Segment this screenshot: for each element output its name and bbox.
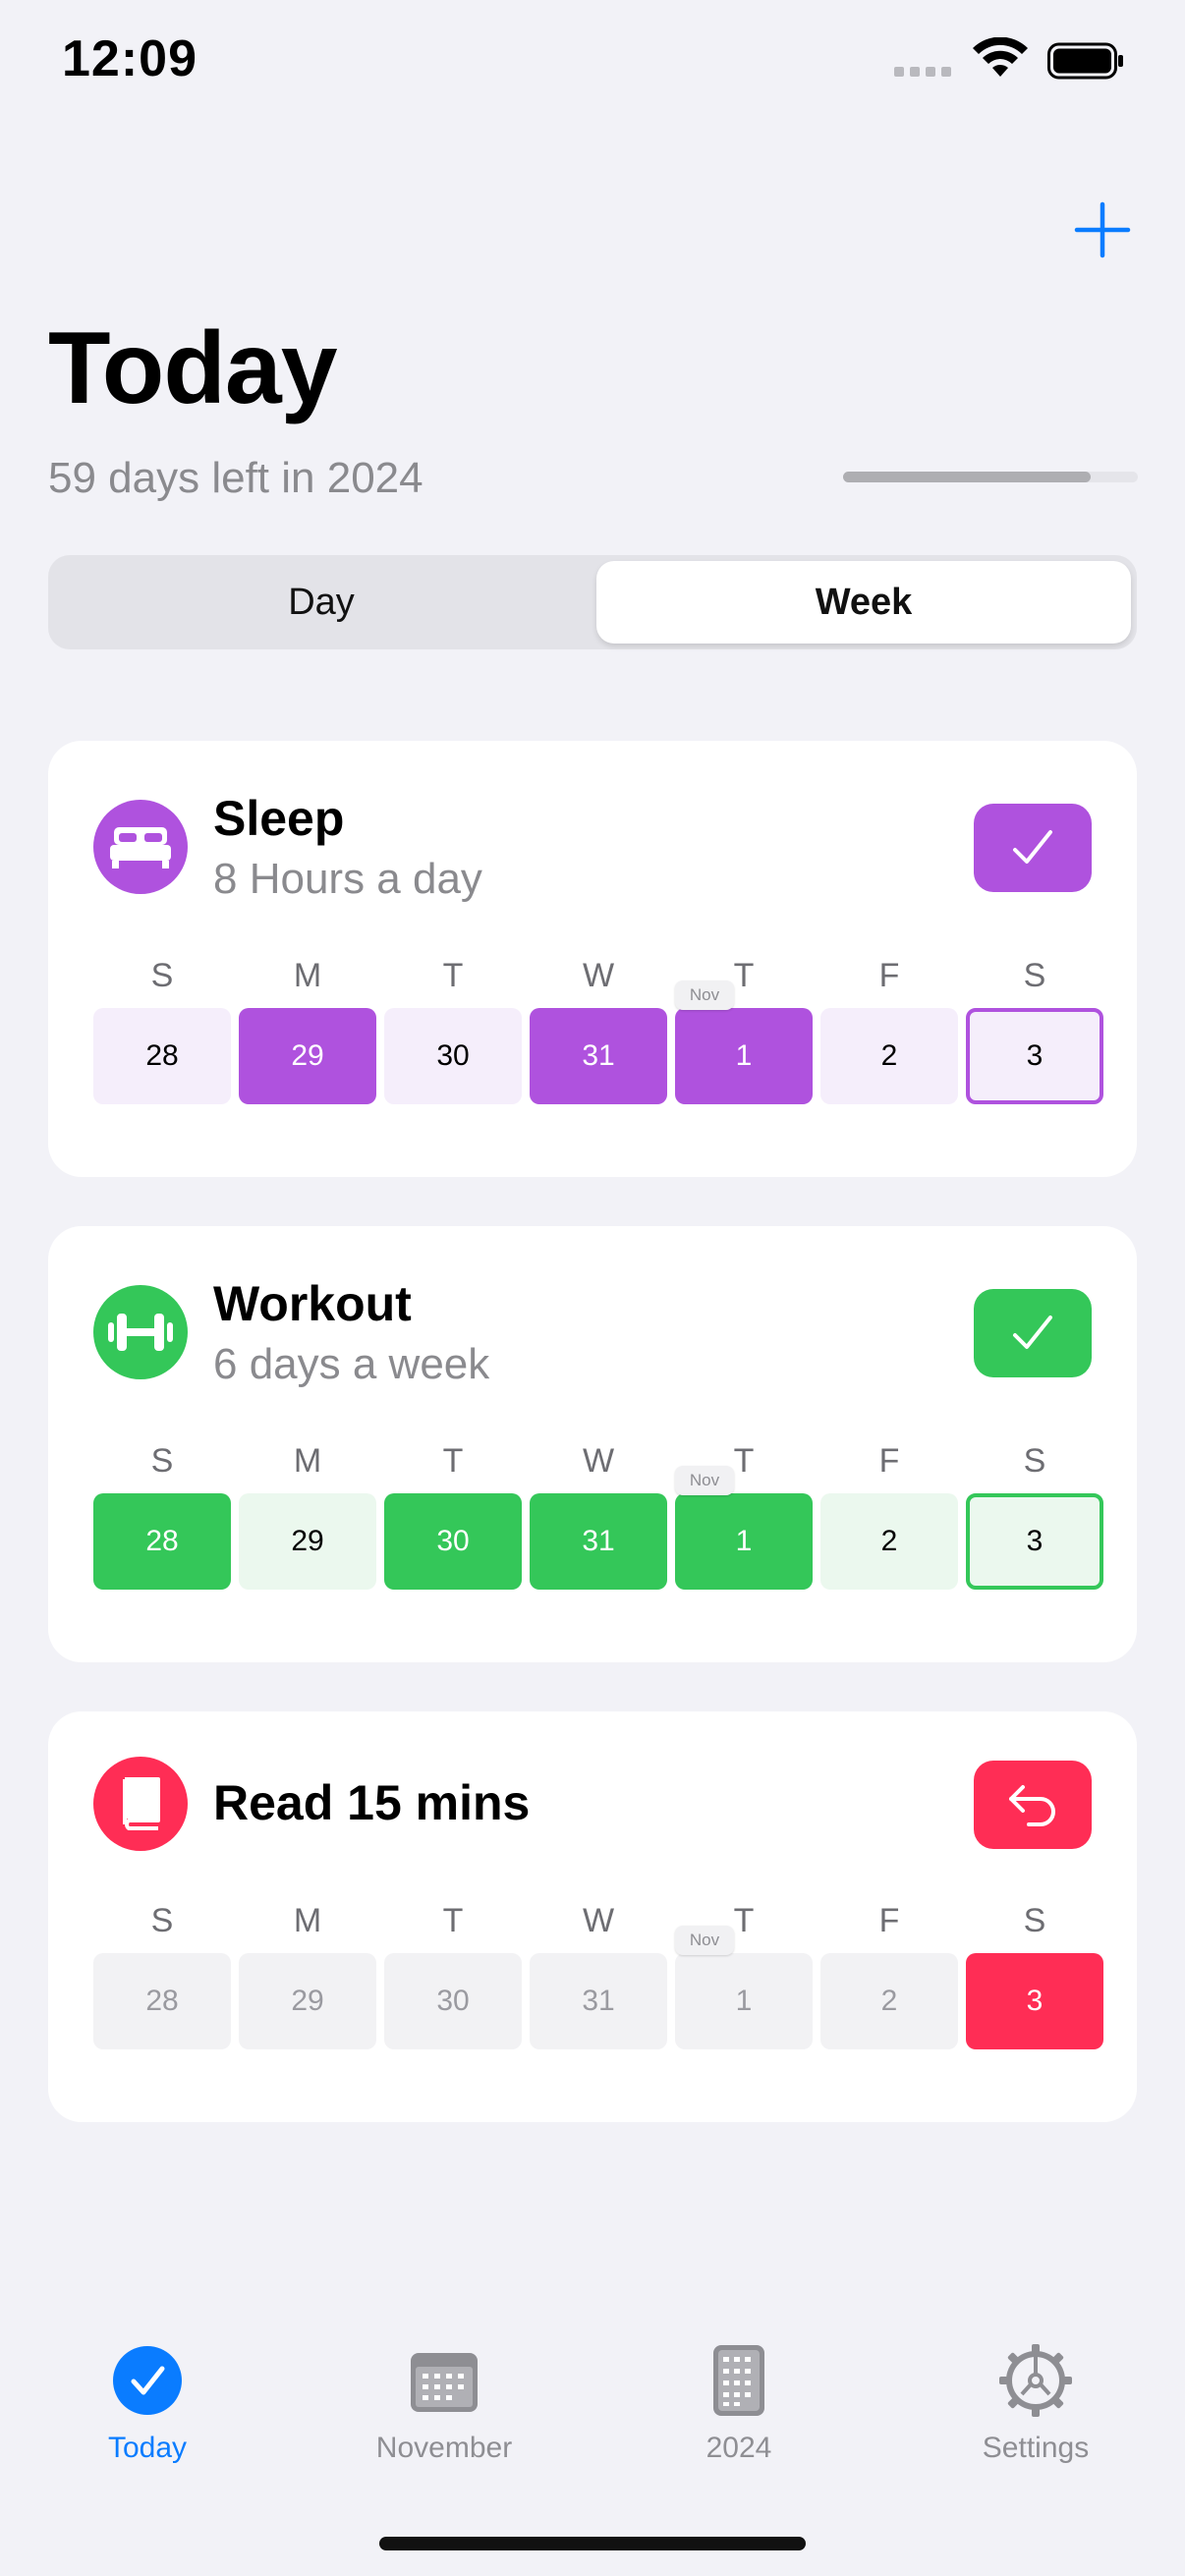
weekday-label: M [293, 957, 322, 994]
weekday-label: S [1023, 957, 1046, 994]
weekday-label: S [150, 1442, 174, 1480]
day-cell[interactable]: 29 [239, 1008, 376, 1104]
day-cell[interactable]: 29 [239, 1493, 376, 1590]
tab-label: November [375, 2432, 513, 2464]
home-indicator [379, 2537, 806, 2550]
weekday-label: S [1023, 1442, 1046, 1480]
status-time: 12:09 [62, 30, 198, 87]
day-cell[interactable]: 2 [820, 1008, 958, 1104]
weekday-label: W [582, 1442, 615, 1480]
weekday-label: M [293, 1902, 322, 1939]
calendar-year-icon [713, 2345, 764, 2416]
weekday-label: S [1023, 1902, 1046, 1939]
tab-label: 2024 [705, 2432, 772, 2464]
day-cell[interactable]: 29 [239, 1953, 376, 2049]
week-days-row: 28 29 30 31 1 Nov 2 3 [93, 1926, 1105, 2051]
week-days-row: 28 29 30 31 1 Nov 2 3 [93, 1466, 1105, 1592]
weekday-label: T [442, 1442, 464, 1480]
year-progress-bar [843, 472, 1138, 482]
days-left-text: 59 days left in 2024 [48, 454, 423, 502]
day-cell[interactable]: 30 [384, 1493, 522, 1590]
view-mode-segmented-control: Day Week [48, 555, 1137, 649]
habit-name: Workout [213, 1276, 412, 1331]
segment-week[interactable]: Week [596, 561, 1131, 644]
page-title: Today [48, 311, 338, 425]
weekday-label: W [582, 1902, 615, 1939]
add-habit-button[interactable] [1073, 200, 1132, 259]
day-cell[interactable]: 3 [966, 1953, 1103, 2049]
day-cell[interactable]: 31 [530, 1008, 667, 1104]
checkmark-circle-icon [113, 2346, 182, 2415]
day-cell[interactable]: 1 [675, 1008, 813, 1104]
day-cell[interactable]: 28 [93, 1953, 231, 2049]
day-cell[interactable]: 3 [966, 1008, 1103, 1104]
weekday-label: M [293, 1442, 322, 1480]
habit-card-read[interactable]: Read 15 mins SMTWTFS 28 29 30 31 1 Nov 2 3 [48, 1711, 1137, 2122]
day-cell[interactable]: 2 [820, 1953, 958, 2049]
weekday-label: F [878, 1442, 900, 1480]
bed-icon [110, 827, 171, 868]
wifi-icon [973, 37, 1028, 77]
weekday-label: F [878, 957, 900, 994]
weekday-label: S [150, 1902, 174, 1939]
week-days-row: 28 29 30 31 1 Nov 2 3 [93, 980, 1105, 1106]
weekday-label: T [442, 1902, 464, 1939]
tab-today[interactable]: Today [29, 2343, 265, 2465]
tab-settings[interactable]: Settings [918, 2343, 1154, 2465]
day-cell[interactable]: 2 [820, 1493, 958, 1590]
month-marker: Nov [675, 1466, 734, 1495]
day-cell[interactable]: 28 [93, 1493, 231, 1590]
segment-day[interactable]: Day [54, 561, 589, 644]
gear-icon [999, 2344, 1072, 2417]
day-cell[interactable]: 28 [93, 1008, 231, 1104]
dumbbell-icon [108, 1314, 173, 1351]
day-cell[interactable]: 1 [675, 1953, 813, 2049]
complete-today-button[interactable] [974, 804, 1092, 892]
habit-card-sleep[interactable]: Sleep 8 Hours a day SMTWTFS 28 29 30 31 1 Nov… [48, 741, 1137, 1177]
year-progress-fill [843, 472, 1091, 482]
day-cell[interactable]: 3 [966, 1493, 1103, 1590]
weekday-label: T [442, 957, 464, 994]
battery-icon [1047, 42, 1123, 80]
day-cell[interactable]: 30 [384, 1008, 522, 1104]
weekday-label: F [878, 1902, 900, 1939]
undo-arrow-icon [1009, 1785, 1055, 1826]
tab-2024[interactable]: 2024 [621, 2343, 857, 2465]
complete-today-button[interactable] [974, 1289, 1092, 1377]
weekday-header-row: SMTWTFS [93, 957, 1105, 1006]
habit-icon-circle [93, 1757, 188, 1851]
habit-icon-circle [93, 800, 188, 894]
checkmark-icon [1013, 1316, 1052, 1349]
month-marker: Nov [675, 980, 734, 1010]
habit-goal: 6 days a week [213, 1340, 490, 1388]
habit-name: Sleep [213, 791, 345, 846]
day-cell[interactable]: 31 [530, 1953, 667, 2049]
month-marker: Nov [675, 1926, 734, 1955]
habit-name: Read 15 mins [213, 1775, 531, 1830]
weekday-header-row: SMTWTFS [93, 1902, 1105, 1951]
book-icon [123, 1777, 160, 1830]
tab-label: Today [107, 2432, 188, 2464]
checkmark-icon [1013, 830, 1052, 864]
weekday-label: S [150, 957, 174, 994]
undo-today-button[interactable] [974, 1761, 1092, 1849]
weekday-header-row: SMTWTFS [93, 1442, 1105, 1491]
calendar-month-icon [411, 2353, 478, 2412]
tab-november[interactable]: November [326, 2343, 562, 2465]
tab-label: Settings [982, 2432, 1090, 2464]
day-cell[interactable]: 31 [530, 1493, 667, 1590]
weekday-label: W [582, 957, 615, 994]
habit-goal: 8 Hours a day [213, 855, 482, 903]
habit-icon-circle [93, 1285, 188, 1379]
habit-card-workout[interactable]: Workout 6 days a week SMTWTFS 28 29 30 31 1 N… [48, 1226, 1137, 1662]
day-cell[interactable]: 1 [675, 1493, 813, 1590]
day-cell[interactable]: 30 [384, 1953, 522, 2049]
cellular-signal-icon [894, 67, 951, 77]
